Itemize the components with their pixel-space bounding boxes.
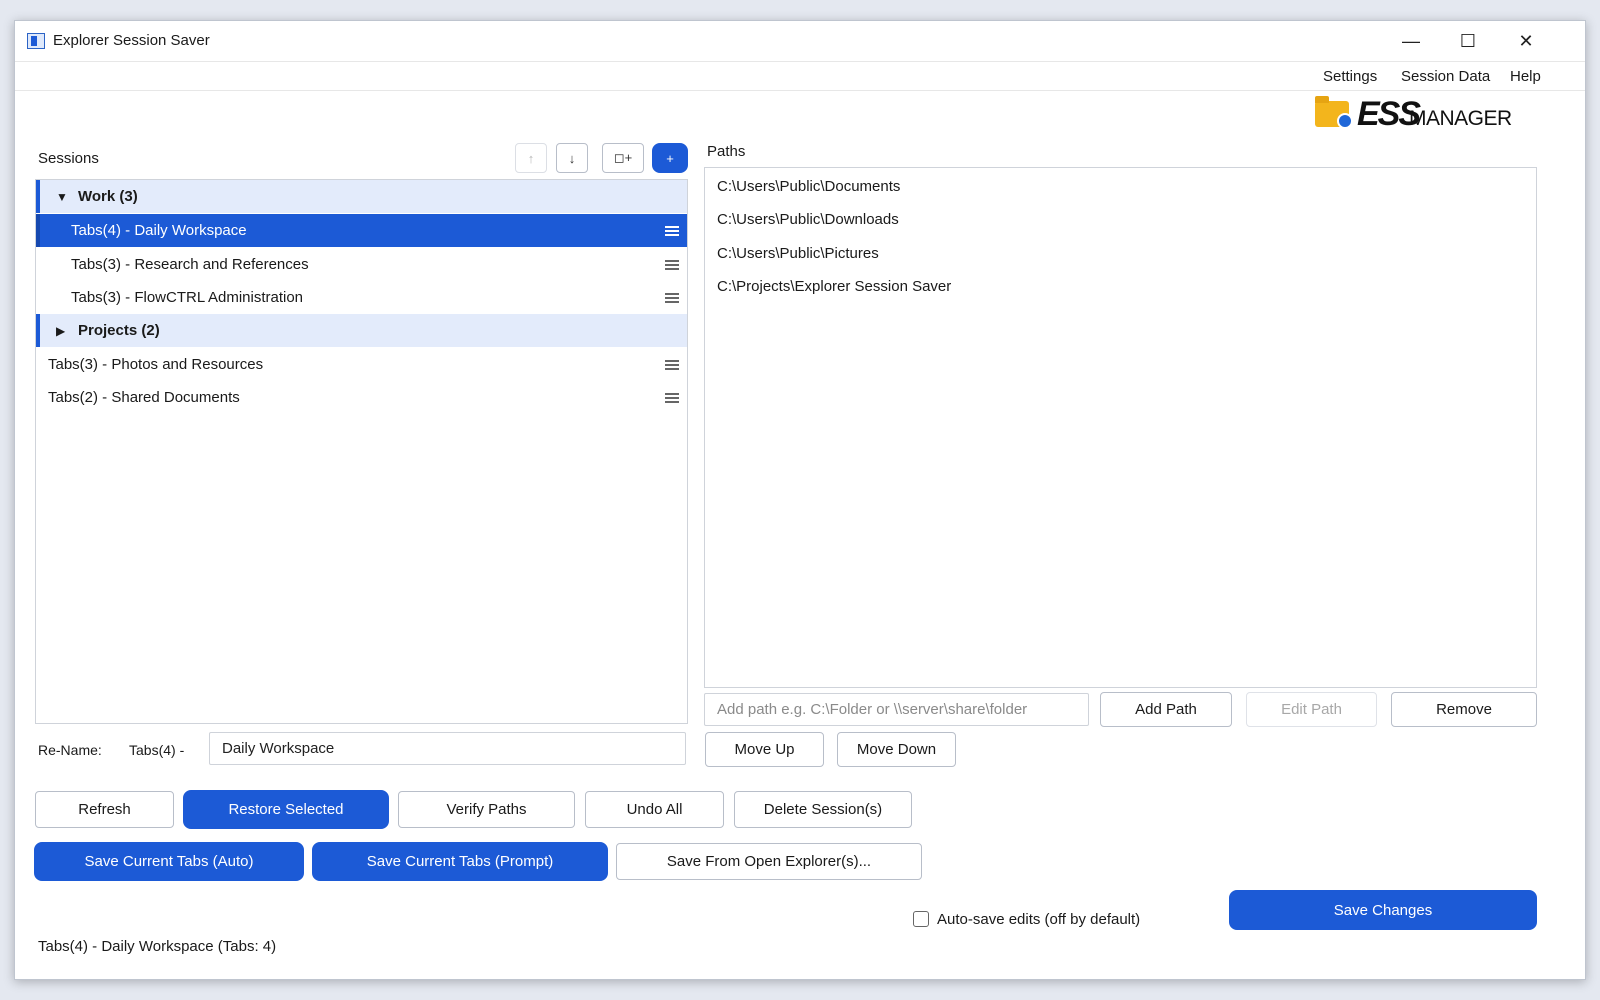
tree-item-shared-documents[interactable]: Tabs(2) - Shared Documents (36, 381, 687, 414)
add-path-button[interactable]: Add Path (1100, 692, 1232, 727)
tree-item-label: Tabs(3) - Research and References (71, 256, 309, 273)
remove-path-button[interactable]: Remove (1391, 692, 1537, 727)
path-item[interactable]: C:\Users\Public\Downloads (717, 211, 899, 228)
arrow-down-icon: ↓ (568, 150, 576, 166)
rename-input[interactable] (209, 732, 686, 765)
caret-down-icon[interactable]: ▼ (56, 190, 68, 204)
save-from-open-explorers-button[interactable]: Save From Open Explorer(s)... (616, 843, 922, 880)
arrow-up-icon: ↑ (527, 150, 535, 166)
save-current-tabs-prompt-button[interactable]: Save Current Tabs (Prompt) (312, 842, 608, 881)
close-icon: ✕ (1518, 30, 1534, 51)
tree-item-daily-workspace[interactable]: Tabs(4) - Daily Workspace (36, 214, 687, 247)
path-item[interactable]: C:\Users\Public\Documents (717, 178, 900, 195)
edit-path-button[interactable]: Edit Path (1246, 692, 1377, 727)
tree-item-label: Tabs(3) - FlowCTRL Administration (71, 289, 304, 306)
restore-selected-button[interactable]: Restore Selected (183, 790, 389, 829)
drag-handle-icon[interactable] (665, 226, 679, 236)
app-icon (27, 33, 45, 49)
verify-paths-button[interactable]: Verify Paths (398, 791, 575, 828)
menu-help[interactable]: Help (1510, 68, 1541, 85)
session-tree[interactable]: ▼ Work (3) Tabs(4) - Daily Workspace Tab… (35, 179, 688, 724)
title-bar: Explorer Session Saver — ☐ ✕ (15, 21, 1585, 61)
add-path-input[interactable] (704, 693, 1089, 726)
status-text: Tabs(4) - Daily Workspace (Tabs: 4) (38, 938, 277, 955)
rename-prefix: Tabs(4) - (129, 742, 185, 758)
drag-handle-icon[interactable] (665, 360, 679, 370)
tree-group-label: Work (3) (78, 188, 138, 205)
drag-handle-icon[interactable] (665, 393, 679, 403)
minimize-icon: — (1402, 30, 1420, 51)
menu-settings[interactable]: Settings (1323, 68, 1377, 85)
refresh-button[interactable]: Refresh (35, 791, 174, 828)
caret-right-icon[interactable]: ▶ (56, 324, 65, 338)
paths-list[interactable]: C:\Users\Public\Documents C:\Users\Publi… (704, 167, 1537, 688)
move-session-down-button[interactable]: ↓ (556, 143, 588, 173)
move-session-up-button[interactable]: ↑ (515, 143, 547, 173)
add-group-button[interactable]: ◻+ (602, 143, 644, 173)
tree-group-projects[interactable]: ▶ Projects (2) (36, 314, 687, 347)
menu-bar: Settings Session Data Help (15, 61, 1585, 91)
drag-handle-icon[interactable] (665, 293, 679, 303)
tree-item-label: Tabs(2) - Shared Documents (48, 389, 240, 406)
tree-group-work[interactable]: ▼ Work (3) (36, 180, 687, 213)
ess-manager-logo: ESS MANAGER (1315, 95, 1515, 135)
path-item[interactable]: C:\Users\Public\Pictures (717, 245, 879, 262)
sessions-label: Sessions (38, 150, 99, 167)
minimize-button[interactable]: — (1388, 25, 1434, 57)
window-title: Explorer Session Saver (53, 32, 210, 49)
add-group-icon: ◻+ (613, 150, 633, 165)
globe-icon (1337, 113, 1353, 129)
move-down-button[interactable]: Move Down (837, 732, 956, 767)
drag-handle-icon[interactable] (665, 260, 679, 270)
move-up-button[interactable]: Move Up (705, 732, 824, 767)
app-window: Explorer Session Saver — ☐ ✕ Settings Se… (14, 20, 1586, 980)
path-item[interactable]: C:\Projects\Explorer Session Saver (717, 278, 951, 295)
save-changes-button[interactable]: Save Changes (1229, 890, 1537, 930)
tree-group-label: Projects (2) (78, 322, 160, 339)
tree-item-photos[interactable]: Tabs(3) - Photos and Resources (36, 348, 687, 381)
tree-item-label: Tabs(4) - Daily Workspace (71, 222, 247, 239)
save-current-tabs-auto-button[interactable]: Save Current Tabs (Auto) (34, 842, 304, 881)
plus-icon: + (666, 150, 674, 166)
close-button[interactable]: ✕ (1503, 25, 1549, 57)
maximize-button[interactable]: ☐ (1445, 25, 1491, 57)
delete-sessions-button[interactable]: Delete Session(s) (734, 791, 912, 828)
maximize-icon: ☐ (1459, 30, 1477, 51)
menu-session-data[interactable]: Session Data (1401, 68, 1490, 85)
undo-all-button[interactable]: Undo All (585, 791, 724, 828)
tree-item-research[interactable]: Tabs(3) - Research and References (36, 248, 687, 281)
add-session-button[interactable]: + (652, 143, 688, 173)
autosave-label[interactable]: Auto-save edits (off by default) (937, 911, 1140, 928)
autosave-checkbox[interactable] (913, 911, 929, 927)
logo-manager-text: MANAGER (1409, 107, 1512, 130)
tree-item-flowctrl[interactable]: Tabs(3) - FlowCTRL Administration (36, 281, 687, 314)
rename-label: Re-Name: (38, 742, 102, 758)
paths-label: Paths (707, 143, 746, 160)
tree-item-label: Tabs(3) - Photos and Resources (48, 356, 264, 373)
